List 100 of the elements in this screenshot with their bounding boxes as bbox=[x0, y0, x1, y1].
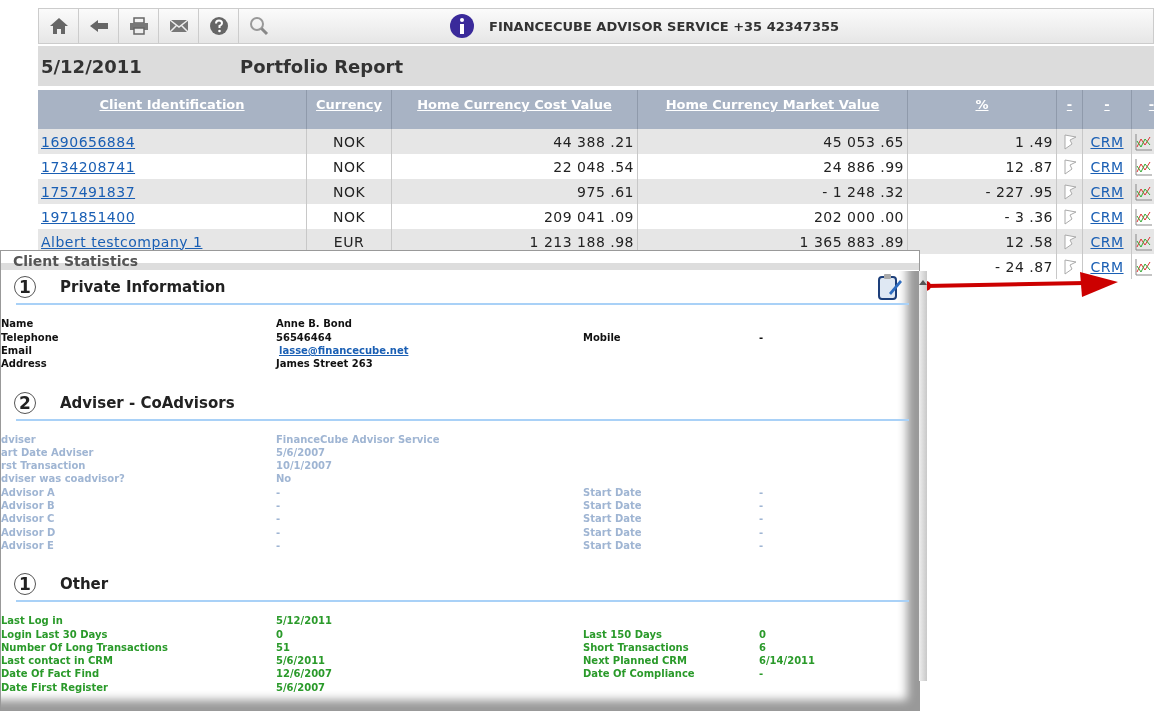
field-label: Short Transactions bbox=[583, 641, 689, 653]
field-label: Next Planned CRM bbox=[583, 655, 688, 667]
field-value: - bbox=[759, 500, 764, 512]
field-value: 5/12/2011 bbox=[276, 614, 333, 628]
crm-link[interactable]: CRM bbox=[1090, 158, 1124, 175]
field-label: Start Date bbox=[583, 539, 642, 551]
field-value: James Street 263 bbox=[276, 357, 374, 371]
table-cell: 1 365 883 .89 bbox=[799, 233, 904, 250]
section-title: Adviser - CoAdvisors bbox=[60, 393, 235, 412]
field-value: 12/6/2007 bbox=[276, 667, 333, 681]
flag-icon[interactable] bbox=[1062, 183, 1077, 200]
client-link[interactable]: 1971851400 bbox=[41, 208, 136, 225]
table-cell: NOK bbox=[332, 208, 366, 225]
field-value: 5/6/2011 bbox=[276, 654, 327, 668]
field-label: Last Log in bbox=[1, 614, 64, 628]
table-cell: 24 886 .99 bbox=[823, 158, 904, 175]
table-cell: 1 .49 bbox=[1014, 133, 1053, 150]
flag-icon[interactable] bbox=[1062, 258, 1077, 275]
crm-link[interactable]: CRM bbox=[1090, 208, 1124, 225]
scrollbar[interactable] bbox=[919, 271, 927, 682]
section-title: Other bbox=[60, 575, 109, 594]
field-value: No bbox=[276, 472, 293, 486]
client-link[interactable]: 1734208741 bbox=[41, 158, 136, 175]
field-value: - bbox=[276, 485, 282, 500]
field-label: Advisor E bbox=[1, 538, 55, 553]
popup-title: Client Statistics bbox=[13, 253, 139, 270]
field-value: - bbox=[759, 668, 764, 680]
line-chart-icon[interactable] bbox=[1135, 207, 1153, 226]
field-label: Date Of Fact Find bbox=[1, 667, 101, 681]
field-label: Date Of Compliance bbox=[583, 668, 695, 680]
line-chart-icon[interactable] bbox=[1135, 132, 1153, 151]
table-cell: 975 .61 bbox=[577, 183, 634, 200]
field-label: art Date Adviser bbox=[1, 445, 95, 460]
table-cell: NOK bbox=[332, 158, 366, 175]
table-cell: - 227 .95 bbox=[985, 183, 1053, 200]
field-label: Number Of Long Transactions bbox=[1, 640, 169, 655]
field-value: - bbox=[276, 538, 282, 553]
email-link[interactable]: lasse@financecube.net bbox=[276, 343, 583, 358]
table-cell: 202 000 .00 bbox=[813, 208, 904, 225]
field-label: Advisor C bbox=[1, 512, 56, 526]
field-label: Last contact in CRM bbox=[1, 654, 114, 668]
help-icon bbox=[208, 16, 229, 36]
flag-icon[interactable] bbox=[1062, 233, 1077, 250]
report-date: 5/12/2011 bbox=[41, 55, 143, 77]
field-label: Telephone bbox=[1, 330, 60, 344]
field-label: dviser bbox=[1, 432, 37, 446]
field-label: Name bbox=[1, 317, 35, 331]
field-value: 0 bbox=[276, 627, 284, 641]
field-label: dviser was coadvisor? bbox=[1, 472, 126, 486]
field-label: Last 150 Days bbox=[583, 628, 662, 640]
flag-icon[interactable] bbox=[1062, 208, 1077, 225]
table-cell: 12 .87 bbox=[1005, 158, 1053, 175]
field-value: 51 bbox=[276, 640, 291, 655]
field-value: 56546464 bbox=[276, 330, 333, 344]
field-value: 10/1/2007 bbox=[276, 459, 333, 473]
table-cell: - 1 248 .32 bbox=[822, 183, 904, 200]
field-label: rst Transaction bbox=[1, 459, 87, 473]
field-value: - bbox=[276, 525, 282, 539]
table-cell: 12 .58 bbox=[1005, 233, 1053, 250]
clipboard-edit-icon[interactable] bbox=[877, 273, 903, 302]
table-cell: - 24 .87 bbox=[994, 258, 1053, 275]
flag-icon[interactable] bbox=[1062, 133, 1077, 150]
report-title: Portfolio Report bbox=[240, 55, 403, 77]
field-value: FinanceCube Advisor Service bbox=[276, 432, 441, 446]
field-label: Advisor A bbox=[1, 485, 56, 500]
line-chart-icon[interactable] bbox=[1135, 182, 1153, 201]
field-label: Start Date bbox=[583, 500, 642, 512]
printer-icon bbox=[128, 17, 149, 35]
field-label: Email bbox=[1, 343, 33, 358]
field-value: 5/6/2007 bbox=[276, 445, 327, 460]
table-cell: EUR bbox=[333, 233, 365, 250]
field-label: Start Date bbox=[583, 513, 642, 525]
line-chart-icon[interactable] bbox=[1135, 257, 1153, 276]
field-value: - bbox=[759, 539, 764, 551]
service-title: FINANCECUBE ADVISOR SERVICE +35 42347355 bbox=[489, 18, 840, 34]
field-value: - bbox=[759, 526, 764, 538]
field-label: Date First Register bbox=[1, 680, 109, 694]
field-value: - bbox=[759, 513, 764, 525]
field-value: - bbox=[276, 512, 282, 526]
section-title: Private Information bbox=[60, 278, 226, 297]
table-cell: NOK bbox=[332, 133, 366, 150]
crm-link[interactable]: CRM bbox=[1090, 258, 1124, 275]
table-cell: 1 213 188 .98 bbox=[529, 233, 634, 250]
search-icon bbox=[249, 16, 269, 36]
line-chart-icon[interactable] bbox=[1135, 232, 1153, 251]
field-label: Mobile bbox=[583, 331, 621, 343]
info-icon bbox=[449, 13, 475, 39]
envelope-icon bbox=[168, 19, 189, 33]
scroll-up-icon[interactable] bbox=[919, 279, 927, 286]
table-cell: - 3 .36 bbox=[1004, 208, 1053, 225]
field-label: Advisor D bbox=[1, 525, 57, 539]
field-label: Address bbox=[1, 357, 48, 371]
table-cell: 22 048 .54 bbox=[553, 158, 634, 175]
field-value: Anne B. Bond bbox=[276, 317, 353, 331]
field-label: Start Date bbox=[583, 526, 642, 538]
field-value: - bbox=[276, 499, 282, 513]
table-cell: 44 388 .21 bbox=[553, 133, 634, 150]
flag-icon[interactable] bbox=[1062, 158, 1077, 175]
line-chart-icon[interactable] bbox=[1135, 157, 1153, 176]
field-value: 5/6/2007 bbox=[276, 680, 327, 694]
